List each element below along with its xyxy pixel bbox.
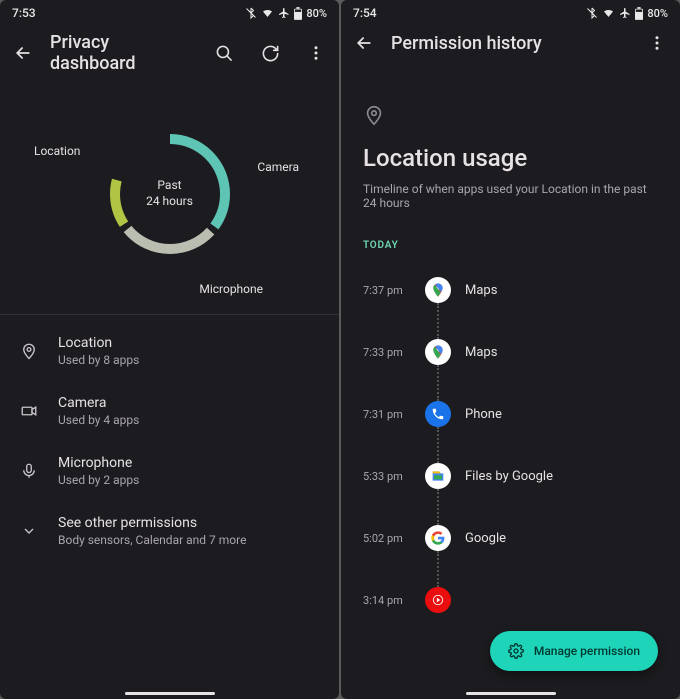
timeline-time: 5:02 pm: [363, 532, 411, 545]
donut-label-microphone: Microphone: [199, 282, 263, 296]
timeline-app: Files by Google: [465, 469, 553, 484]
divider: [0, 314, 339, 315]
battery-icon: [635, 7, 643, 20]
perm-subtitle: Used by 2 apps: [58, 473, 139, 487]
wifi-icon: [261, 7, 274, 19]
today-label: TODAY: [341, 210, 680, 259]
timeline-time: 7:37 pm: [363, 284, 411, 297]
timeline-connector: [437, 551, 439, 587]
overflow-button[interactable]: [646, 32, 668, 54]
timeline-connector: [437, 427, 439, 463]
phone-app-icon: [425, 401, 451, 427]
location-usage-title: Location usage: [363, 144, 658, 172]
status-icons: 80%: [245, 7, 327, 20]
location-usage-subtitle: Timeline of when apps used your Location…: [363, 182, 658, 210]
timeline-time: 5:33 pm: [363, 470, 411, 483]
arrow-back-icon: [13, 43, 33, 63]
search-icon: [215, 44, 234, 63]
back-button[interactable]: [353, 32, 375, 54]
arrow-back-icon: [354, 33, 374, 53]
battery-icon: [294, 7, 302, 20]
page-title: Privacy dashboard: [50, 32, 197, 74]
refresh-button[interactable]: [259, 42, 281, 64]
nav-pill[interactable]: [466, 692, 556, 695]
overflow-button[interactable]: [305, 42, 327, 64]
ytmusic-app-icon: [425, 587, 451, 613]
maps-app-icon: [425, 277, 451, 303]
timeline-time: 3:14 pm: [363, 594, 411, 607]
perm-title: See other permissions: [58, 515, 246, 531]
timeline-app: Maps: [465, 283, 497, 298]
airplane-icon: [278, 7, 290, 19]
perm-subtitle: Used by 8 apps: [58, 353, 139, 367]
status-icons: 80%: [586, 7, 668, 20]
gear-icon: [508, 643, 524, 659]
app-bar: Privacy dashboard: [0, 22, 339, 84]
perm-subtitle: Used by 4 apps: [58, 413, 139, 427]
timeline-connector: [437, 365, 439, 401]
battery-percent: 80%: [306, 7, 327, 20]
timeline-row[interactable]: 5:33 pm Files by Google: [363, 445, 658, 507]
timeline-app: Phone: [465, 407, 502, 422]
search-button[interactable]: [213, 42, 235, 64]
timeline-connector: [437, 489, 439, 525]
nav-pill[interactable]: [125, 692, 215, 695]
status-bar: 7:53 80%: [0, 0, 339, 22]
status-time: 7:53: [12, 6, 36, 20]
location-pin-icon: [363, 104, 658, 130]
timeline-row[interactable]: 7:37 pm Maps: [363, 259, 658, 321]
back-button[interactable]: [12, 42, 34, 64]
perm-row-microphone[interactable]: Microphone Used by 2 apps: [0, 441, 339, 501]
timeline: 7:37 pm Maps 7:33 pm Maps 7:31 pm Phone …: [341, 259, 680, 631]
donut-label-camera: Camera: [257, 160, 299, 174]
page-title: Permission history: [391, 33, 630, 54]
timeline-app: Maps: [465, 345, 497, 360]
timeline-connector: [437, 303, 439, 339]
timeline-row[interactable]: 7:31 pm Phone: [363, 383, 658, 445]
perm-title: Microphone: [58, 455, 139, 471]
files-app-icon: [425, 463, 451, 489]
donut-center-line1: Past: [157, 178, 181, 194]
timeline-row[interactable]: 7:33 pm Maps: [363, 321, 658, 383]
privacy-dashboard-screen: 7:53 80% Privacy dashboard: [0, 0, 339, 699]
perm-subtitle: Body sensors, Calendar and 7 more: [58, 533, 246, 547]
perm-row-see-other[interactable]: See other permissions Body sensors, Cale…: [0, 501, 339, 561]
google-app-icon: [425, 525, 451, 551]
donut-center-line2: 24 hours: [146, 194, 193, 210]
bluetooth-off-icon: [586, 7, 598, 19]
wifi-icon: [602, 7, 615, 19]
usage-donut-chart: Past 24 hours Location Camera Microphone: [0, 94, 339, 294]
timeline-time: 7:31 pm: [363, 408, 411, 421]
airplane-icon: [619, 7, 631, 19]
more-vert-icon: [648, 34, 666, 52]
manage-permission-fab[interactable]: Manage permission: [490, 631, 658, 671]
perm-title: Camera: [58, 395, 139, 411]
camera-icon: [18, 402, 40, 420]
fab-label: Manage permission: [534, 644, 640, 658]
perm-title: Location: [58, 335, 139, 351]
perm-row-camera[interactable]: Camera Used by 4 apps: [0, 381, 339, 441]
maps-app-icon: [425, 339, 451, 365]
location-pin-icon: [18, 342, 40, 360]
refresh-icon: [261, 44, 280, 63]
timeline-row[interactable]: 5:02 pm Google: [363, 507, 658, 569]
status-bar: 7:54 80%: [341, 0, 680, 22]
bluetooth-off-icon: [245, 7, 257, 19]
chevron-down-icon: [18, 523, 40, 539]
microphone-icon: [18, 462, 40, 480]
donut-center-label: Past 24 hours: [0, 94, 339, 294]
donut-label-location: Location: [34, 144, 80, 158]
timeline-row[interactable]: 3:14 pm: [363, 569, 658, 631]
status-time: 7:54: [353, 6, 377, 20]
timeline-app: Google: [465, 531, 506, 546]
perm-row-location[interactable]: Location Used by 8 apps: [0, 321, 339, 381]
permission-history-screen: 7:54 80% Permission history Location usa…: [341, 0, 680, 699]
timeline-time: 7:33 pm: [363, 346, 411, 359]
location-header: Location usage Timeline of when apps use…: [341, 64, 680, 210]
app-bar: Permission history: [341, 22, 680, 64]
more-vert-icon: [307, 44, 325, 62]
battery-percent: 80%: [647, 7, 668, 20]
